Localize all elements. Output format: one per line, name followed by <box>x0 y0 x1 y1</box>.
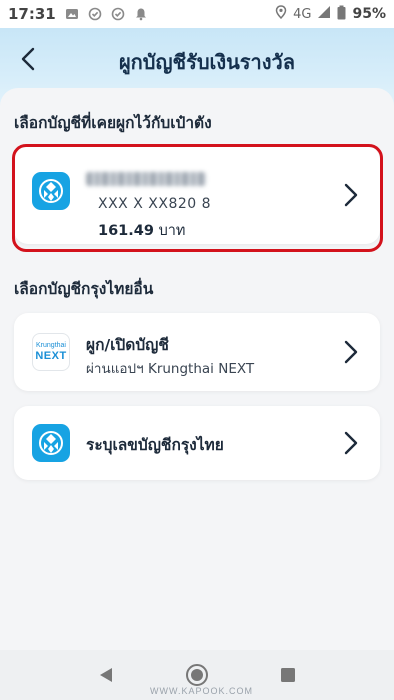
home-circle-icon <box>185 664 208 686</box>
enter-account-number-title: ระบุเลขบัญชีกรุงไทย <box>86 436 224 454</box>
chevron-right-icon <box>344 340 358 364</box>
krungthai-next-logo-icon: Krungthai NEXT <box>32 333 70 371</box>
nav-back-button[interactable] <box>92 661 120 689</box>
signal-icon <box>317 5 331 23</box>
chevron-left-icon <box>21 47 35 71</box>
image-icon <box>65 7 79 21</box>
account-balance: 161.49 บาท <box>98 219 185 242</box>
battery-icon <box>337 5 346 24</box>
content-panel: เลือกบัญชีที่เคยผูกไว้กับเป๋าตัง XXX X X… <box>0 88 394 650</box>
open-account-next-card[interactable]: Krungthai NEXT ผูก/เปิดบัญชี ผ่านแอปฯ Kr… <box>14 313 380 391</box>
back-button[interactable] <box>14 42 42 76</box>
open-account-subtitle: ผ่านแอปฯ Krungthai NEXT <box>86 361 255 377</box>
network-type: 4G <box>293 6 312 22</box>
status-bar: 17:31 4G 95% <box>0 0 394 28</box>
back-triangle-icon <box>99 668 112 682</box>
enter-account-number-card[interactable]: ระบุเลขบัญชีกรุงไทย <box>14 406 380 480</box>
page-title: ผูกบัญชีรับเงินรางวัล <box>118 50 296 74</box>
other-section-title: เลือกบัญชีกรุงไทยอื่น <box>14 280 154 298</box>
status-time: 17:31 <box>8 5 56 23</box>
linked-account-card[interactable]: XXX X XX820 8 161.49 บาท <box>14 146 380 244</box>
nav-recents-button[interactable] <box>274 661 302 689</box>
chevron-right-icon <box>344 183 358 207</box>
check-circle-icon <box>88 7 102 21</box>
account-number: XXX X XX820 8 <box>98 196 212 212</box>
chevron-right-icon <box>344 431 358 455</box>
linked-section-title: เลือกบัญชีที่เคยผูกไว้กับเป๋าตัง <box>14 114 212 132</box>
bell-icon <box>134 7 148 21</box>
open-account-title: ผูก/เปิดบัญชี <box>86 336 169 354</box>
account-name-blurred <box>86 172 206 186</box>
balance-amount: 161.49 <box>98 223 154 239</box>
krungthai-logo-icon <box>32 424 70 462</box>
recents-square-icon <box>281 668 296 682</box>
next-logo-top-text: Krungthai <box>36 342 66 349</box>
location-icon <box>275 5 287 23</box>
next-logo-bottom-text: NEXT <box>35 350 67 362</box>
balance-unit: บาท <box>158 223 186 239</box>
nav-home-button[interactable] <box>183 661 211 689</box>
watermark: WWW.KAPOOK.COM <box>150 686 253 696</box>
krungthai-logo-icon <box>32 172 70 210</box>
check-circle-icon <box>111 7 125 21</box>
battery-percent: 95% <box>352 6 386 22</box>
